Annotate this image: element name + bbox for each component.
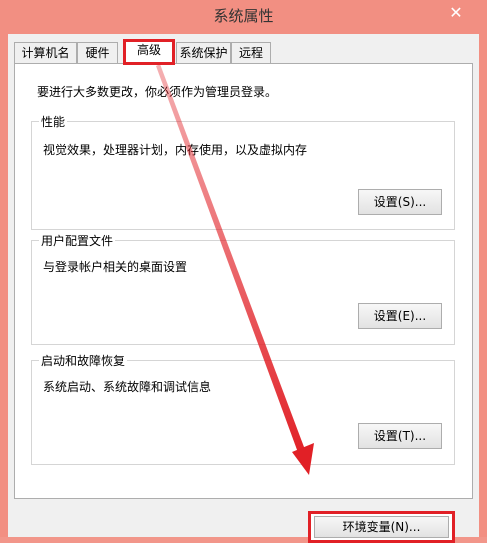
tab-system-protection[interactable]: 系统保护 bbox=[176, 42, 231, 63]
advanced-tab-panel: 要进行大多数更改，你必须作为管理员登录。 性能 视觉效果，处理器计划，内存使用，… bbox=[14, 63, 473, 543]
environment-variables-highlight: 环境变量(N)... bbox=[308, 511, 455, 543]
performance-description: 视觉效果，处理器计划，内存使用，以及虚拟内存 bbox=[43, 143, 308, 157]
performance-group: 性能 视觉效果，处理器计划，内存使用，以及虚拟内存 设置(S)... bbox=[31, 113, 455, 230]
tab-computer-name[interactable]: 计算机名 bbox=[14, 42, 77, 63]
startup-recovery-settings-button[interactable]: 设置(T)... bbox=[358, 423, 442, 449]
admin-note: 要进行大多数更改，你必须作为管理员登录。 bbox=[37, 85, 278, 99]
close-icon: ✕ bbox=[449, 2, 463, 22]
tab-remote[interactable]: 远程 bbox=[231, 42, 271, 63]
window-title: 系统属性 bbox=[213, 7, 274, 25]
close-button[interactable]: ✕ bbox=[435, 0, 477, 24]
startup-recovery-description: 系统启动、系统故障和调试信息 bbox=[43, 380, 212, 394]
user-profiles-group: 用户配置文件 与登录帐户相关的桌面设置 设置(E)... bbox=[31, 232, 455, 345]
tab-advanced[interactable]: 高级 bbox=[123, 39, 175, 67]
startup-recovery-group: 启动和故障恢复 系统启动、系统故障和调试信息 设置(T)... bbox=[31, 352, 455, 465]
performance-settings-button[interactable]: 设置(S)... bbox=[358, 189, 442, 215]
user-profiles-group-title: 用户配置文件 bbox=[39, 232, 116, 249]
system-properties-window: 系统属性 ✕ 计算机名 硬件 系统保护 远程 要进行大多数更改，你必须作为管理员… bbox=[0, 0, 487, 543]
title-bar[interactable]: 系统属性 ✕ bbox=[0, 0, 487, 34]
tab-hardware[interactable]: 硬件 bbox=[77, 42, 118, 63]
startup-recovery-group-title: 启动和故障恢复 bbox=[39, 352, 128, 369]
dialog-body: 计算机名 硬件 系统保护 远程 要进行大多数更改，你必须作为管理员登录。 性能 … bbox=[8, 34, 479, 543]
performance-group-title: 性能 bbox=[39, 113, 68, 130]
user-profiles-settings-button[interactable]: 设置(E)... bbox=[358, 303, 442, 329]
environment-variables-button[interactable]: 环境变量(N)... bbox=[314, 516, 449, 538]
user-profiles-description: 与登录帐户相关的桌面设置 bbox=[43, 260, 188, 274]
